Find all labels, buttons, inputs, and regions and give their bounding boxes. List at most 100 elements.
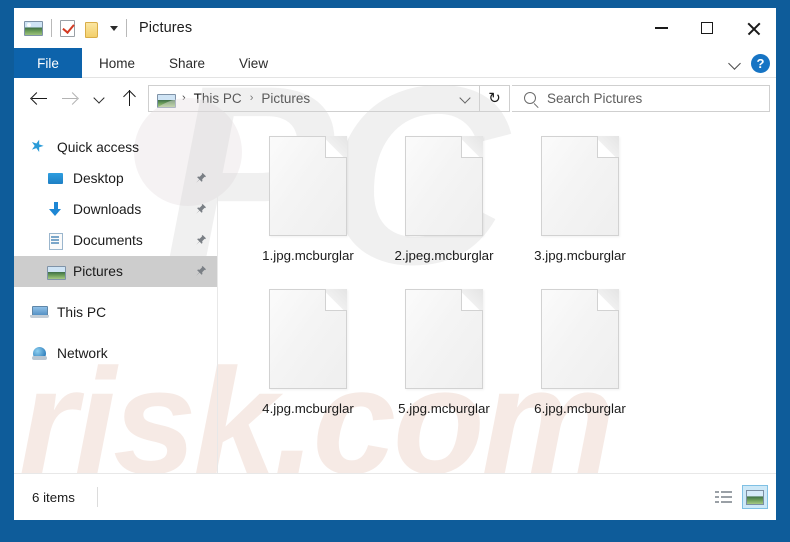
window-title: Pictures (139, 20, 193, 36)
file-document-icon (269, 289, 347, 389)
close-icon (746, 21, 761, 36)
page-fold-shadow-icon (597, 289, 619, 311)
breadcrumb-separator: › (182, 92, 186, 104)
pin-icon[interactable] (194, 234, 207, 247)
chevron-down-icon (94, 93, 105, 104)
file-explorer-window: Pictures File Home Share View ? › This P… (14, 8, 776, 520)
sidebar-item-label: Pictures (73, 264, 123, 279)
file-item[interactable]: 3.jpg.mcburglar (512, 130, 648, 283)
status-bar: 6 items (14, 473, 776, 520)
breadcrumb-separator: › (249, 92, 254, 104)
sidebar-item-downloads[interactable]: Downloads (14, 194, 217, 225)
sidebar-item-label: Documents (73, 233, 143, 248)
file-name-label: 3.jpg.mcburglar (534, 248, 626, 263)
file-list-view[interactable]: 1.jpg.mcburglar 2.jpeg.mcburglar 3.jpg.m… (218, 118, 776, 473)
sidebar-item-label: Quick access (57, 140, 140, 155)
sidebar-item-pictures[interactable]: Pictures (14, 256, 217, 287)
file-item[interactable]: 4.jpg.mcburglar (240, 283, 376, 436)
file-item[interactable]: 5.jpg.mcburglar (376, 283, 512, 436)
file-document-icon (269, 136, 347, 236)
ribbon-right-controls: ? (729, 48, 770, 78)
pin-glyph (196, 203, 206, 214)
arrow-right-icon (61, 91, 77, 106)
view-mode-buttons (710, 485, 768, 509)
new-folder-icon[interactable] (83, 21, 98, 38)
page-fold-shadow-icon (325, 289, 347, 311)
pin-icon[interactable] (194, 203, 207, 216)
maximize-icon (701, 22, 713, 34)
breadcrumb-dropdown-icon[interactable] (460, 93, 471, 104)
window-controls (638, 8, 776, 48)
this-pc-icon (30, 304, 49, 321)
ribbon-tab-bar: File Home Share View ? (14, 48, 776, 78)
pin-icon[interactable] (194, 265, 207, 278)
title-bar: Pictures (14, 8, 776, 48)
file-name-label: 6.jpg.mcburglar (534, 401, 626, 416)
navigation-pane: Quick access Desktop Downloads (14, 118, 218, 473)
refresh-button[interactable]: ↻ (480, 84, 510, 112)
search-placeholder: Search Pictures (547, 90, 643, 106)
page-fold-shadow-icon (325, 136, 347, 158)
pictures-icon (47, 263, 66, 280)
pin-glyph (196, 172, 206, 183)
chevron-down-icon[interactable] (729, 57, 741, 69)
item-count-label: 6 items (32, 489, 75, 505)
help-button[interactable]: ? (751, 53, 770, 73)
details-view-icon (714, 490, 732, 504)
sidebar-item-label: Desktop (73, 171, 124, 186)
file-name-label: 5.jpg.mcburglar (398, 401, 490, 416)
maximize-button[interactable] (684, 8, 730, 48)
file-name-label: 2.jpeg.mcburglar (394, 248, 494, 263)
breadcrumb-item-this-pc[interactable]: This PC (192, 91, 244, 106)
page-fold-shadow-icon (461, 136, 483, 158)
file-item[interactable]: 2.jpeg.mcburglar (376, 130, 512, 283)
sidebar-item-quick-access[interactable]: Quick access (14, 132, 217, 163)
search-input[interactable]: Search Pictures (512, 84, 770, 112)
file-grid: 1.jpg.mcburglar 2.jpeg.mcburglar 3.jpg.m… (240, 130, 776, 436)
large-icons-view-icon (746, 489, 764, 505)
desktop-icon (47, 170, 64, 187)
up-button[interactable] (114, 83, 144, 113)
pin-glyph (196, 265, 206, 276)
recent-locations-button[interactable] (84, 83, 114, 113)
minimize-button[interactable] (638, 8, 684, 48)
tab-view[interactable]: View (222, 48, 285, 78)
back-button[interactable] (24, 83, 54, 113)
sidebar-item-this-pc[interactable]: This PC (14, 297, 217, 328)
details-view-button[interactable] (710, 485, 736, 509)
explorer-body: PC risk.com Quick access Desktop (14, 78, 776, 496)
status-divider (96, 487, 98, 507)
arrow-up-icon (122, 90, 137, 106)
file-item[interactable]: 1.jpg.mcburglar (240, 130, 376, 283)
toolbar-divider (51, 19, 52, 37)
tab-file[interactable]: File (14, 48, 82, 78)
sidebar-item-desktop[interactable]: Desktop (14, 163, 217, 194)
properties-icon[interactable] (60, 19, 75, 37)
sidebar-item-label: This PC (57, 305, 107, 320)
file-document-icon (405, 136, 483, 236)
breadcrumb-item-pictures[interactable]: Pictures (259, 91, 312, 106)
forward-button (54, 83, 84, 113)
pin-glyph (196, 234, 206, 245)
sidebar-item-label: Downloads (73, 202, 142, 217)
picture-icon (24, 20, 43, 36)
sidebar-item-documents[interactable]: Documents (14, 225, 217, 256)
file-name-label: 1.jpg.mcburglar (262, 248, 354, 263)
pin-icon[interactable] (194, 172, 207, 185)
tab-home[interactable]: Home (82, 48, 152, 78)
documents-icon (47, 232, 64, 250)
tab-share[interactable]: Share (152, 48, 222, 78)
close-button[interactable] (730, 8, 776, 48)
file-item[interactable]: 6.jpg.mcburglar (512, 283, 648, 436)
file-document-icon (541, 289, 619, 389)
file-document-icon (541, 136, 619, 236)
arrow-left-icon (31, 91, 47, 106)
address-bar-row: › This PC › Pictures ↻ Search Pictures (14, 78, 776, 118)
customize-caret-icon[interactable] (110, 25, 118, 31)
breadcrumb[interactable]: › This PC › Pictures (148, 84, 480, 112)
sidebar-item-label: Network (57, 346, 108, 361)
window-frame: Pictures File Home Share View ? › This P… (0, 0, 790, 542)
large-icons-view-button[interactable] (742, 485, 768, 509)
downloads-icon (47, 201, 64, 218)
sidebar-item-network[interactable]: Network (14, 338, 217, 369)
